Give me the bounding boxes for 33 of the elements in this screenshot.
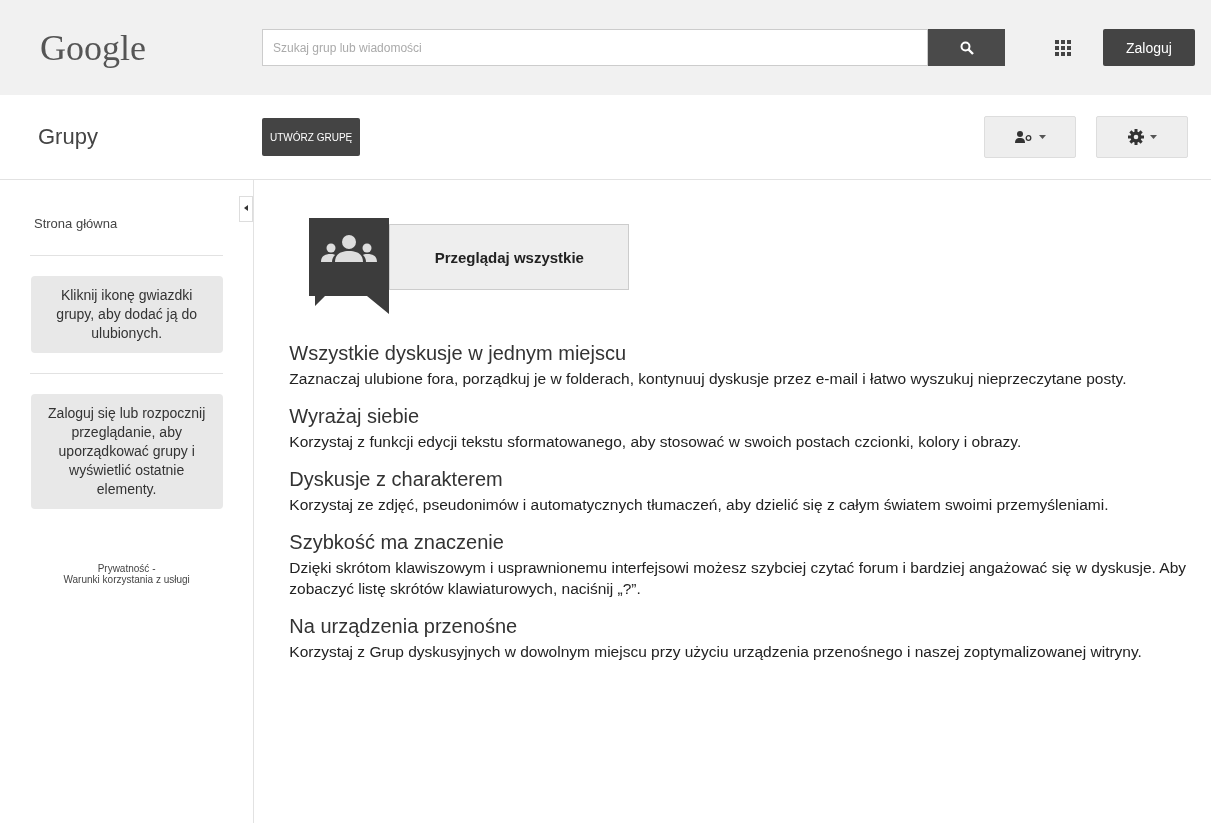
member-menu-button[interactable] (984, 116, 1076, 158)
settings-icon (1127, 129, 1144, 145)
info-note: Zaloguj się lub rozpocznij przeglądanie, aby uporządkować grupy i wyświetlić ostatnie elementy. (30, 394, 223, 509)
page-title: Grupy (37, 124, 99, 150)
feature-text: Korzystaj ze zdjęć, pseudonimów i automatycznych tłumaczeń, aby dzielić się z całym światem swoimi przemyśleniami. (289, 495, 1110, 515)
info-note: Kliknij ikonę gwiazdki grupy, aby dodać ją do ulubionych. (30, 276, 223, 353)
caret-icon (1038, 135, 1046, 139)
feature-text: Zaznaczaj ulubione fora, porządkuj je w folderach, kontynuuj dyskusje przez e-mail i łatwo wyszukuj nieprzeczytane posty. (289, 369, 1128, 389)
separator: - (152, 563, 156, 574)
collapse-icon[interactable] (239, 196, 254, 222)
settings-button[interactable] (1096, 116, 1188, 158)
search-icon (959, 40, 974, 55)
feature-text: Korzystaj z funkcji edycji tekstu sformatowanego, aby stosować w swoich postach czcionki, kolory i obrazy. (289, 432, 1023, 452)
logo[interactable]: Google (0, 28, 262, 67)
feature-title: Wszystkie dyskusje w jednym miejscu (289, 342, 628, 365)
login-button[interactable]: Zaloguj (1103, 29, 1195, 66)
person-icon (1014, 131, 1033, 143)
groups-icon (309, 218, 390, 314)
feature-title: Dyskusje z charakterem (289, 468, 504, 491)
feature-title: Na urządzenia przenośne (289, 615, 519, 638)
search-button[interactable] (928, 29, 1005, 66)
feature-text: Dzięki skrótom klawiszowym i usprawnionemu interfejsowi możesz szybciej czytać forum i bardziej angażować się w dyskusje. Aby zobaczyć listę skrótów klawiaturowych, naciśnij „?”. (289, 558, 1188, 599)
search-field[interactable]: Szukaj grup lub wiadomości (262, 29, 928, 66)
apps-icon[interactable] (1055, 39, 1071, 56)
create-group-button[interactable]: UTWÓRZ GRUPĘ (262, 118, 361, 156)
browse-all-button[interactable]: Przeglądaj wszystkie (389, 224, 630, 290)
feature-title: Szybkość ma znaczenie (289, 531, 505, 554)
terms-link[interactable]: Warunki korzystania z usługi (63, 574, 190, 585)
privacy-link[interactable]: Prywatność (97, 563, 150, 574)
feature-title: Wyrażaj siebie (289, 405, 421, 428)
home-link[interactable]: Strona główna (34, 216, 118, 231)
caret-icon (1149, 135, 1157, 139)
feature-text: Korzystaj z Grup dyskusyjnych w dowolnym miejscu przy użyciu urządzenia przenośnego i naszej zoptymalizowanej witryny. (289, 642, 1143, 662)
